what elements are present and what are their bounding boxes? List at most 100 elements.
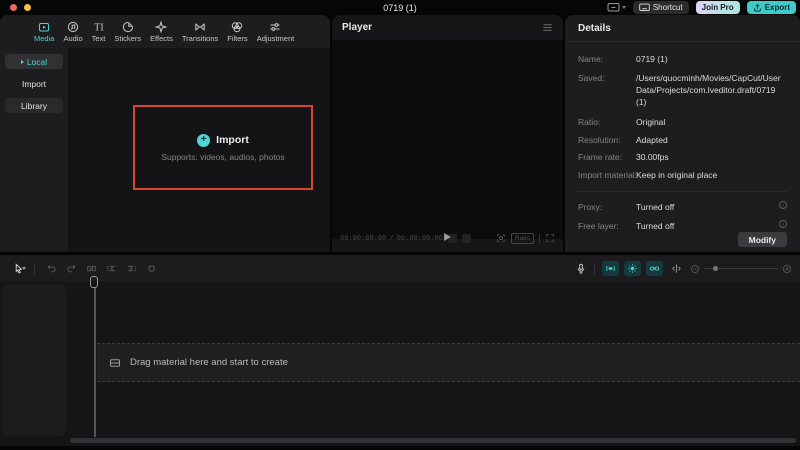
media-panel: Media Audio TI Text Stickers Effects Tra… (0, 15, 330, 252)
details-row-saved: Saved: /Users/quocminh/Movies/CapCut/Use… (578, 72, 787, 108)
sidebar-item-library[interactable]: Library (5, 98, 63, 113)
auto-snapping-button[interactable] (624, 261, 641, 276)
join-pro-button[interactable]: Join Pro (696, 1, 740, 14)
expand-triangle-icon (21, 60, 24, 64)
delete-button[interactable] (141, 263, 161, 274)
divider (578, 191, 787, 192)
linking-button[interactable] (646, 261, 663, 276)
playhead-handle[interactable] (90, 276, 98, 288)
details-row-proxy: Proxy: Turned off i (578, 201, 787, 213)
tab-transitions[interactable]: Transitions (182, 21, 218, 43)
undo-icon (46, 263, 57, 274)
details-row-framerate: Frame rate: 30.00fps (578, 151, 787, 163)
preview-axis-icon (671, 263, 682, 274)
filters-icon (231, 21, 243, 33)
player-viewport (332, 40, 563, 239)
svg-text:TI: TI (94, 22, 103, 33)
main-track-magnetic-button[interactable] (602, 261, 619, 276)
shortcut-button[interactable]: Shortcut (633, 1, 689, 14)
titlebar: 0719 (1) Shortcut Join Pro Export (0, 0, 800, 15)
effects-icon (155, 21, 167, 33)
divider (594, 263, 595, 275)
tab-media[interactable]: Media (34, 21, 54, 43)
details-title: Details (565, 15, 800, 42)
ratio-button[interactable]: Ratio (511, 233, 534, 244)
audio-icon (67, 21, 79, 33)
divider (539, 234, 540, 243)
link-icon (649, 263, 660, 274)
tab-adjustment[interactable]: Adjustment (257, 21, 295, 43)
zoom-slider-handle[interactable] (713, 266, 718, 271)
media-sidebar: Local Import Library (0, 48, 68, 252)
display-mode-dropdown[interactable] (607, 2, 626, 13)
tab-audio[interactable]: Audio (63, 21, 82, 43)
media-icon (38, 21, 50, 33)
redo-icon (66, 263, 77, 274)
chevron-down-icon[interactable] (22, 267, 26, 270)
player-menu-icon[interactable] (542, 22, 553, 33)
delete-right-icon (126, 263, 137, 274)
snapping-icon (627, 263, 638, 274)
split-button[interactable] (81, 263, 101, 274)
modify-button[interactable]: Modify (738, 232, 787, 247)
film-frame-icon (109, 357, 121, 369)
delete-left-icon (106, 263, 117, 274)
details-row-ratio: Ratio: Original (578, 116, 787, 128)
undo-button[interactable] (41, 263, 61, 274)
tabs-bar: Media Audio TI Text Stickers Effects Tra… (0, 15, 330, 48)
export-button[interactable]: Export (747, 1, 796, 14)
stickers-icon (122, 21, 134, 33)
upload-icon (753, 3, 762, 13)
sidebar-item-local[interactable]: Local (5, 54, 63, 69)
timeline-dropzone[interactable]: Drag material here and start to create (97, 343, 800, 382)
import-button[interactable]: + Import (197, 134, 249, 147)
playhead-line (94, 287, 96, 437)
preview-axis-button[interactable] (668, 261, 685, 276)
import-dropzone-highlighted[interactable]: + Import Supports: videos, audios, photo… (133, 105, 313, 190)
timeline-area[interactable]: Drag material here and start to create (0, 282, 800, 446)
details-panel: Details Name: 0719 (1) Saved: /Users/quo… (565, 15, 800, 252)
delete-right-button[interactable] (121, 263, 141, 274)
zoom-out-icon[interactable] (690, 264, 700, 274)
horizontal-scrollbar[interactable] (70, 438, 796, 443)
fullscreen-icon[interactable] (545, 233, 555, 243)
details-row-name: Name: 0719 (1) (578, 53, 787, 65)
delete-icon (146, 263, 157, 274)
details-row-resolution: Resolution: Adapted (578, 134, 787, 146)
keyboard-icon (639, 3, 650, 12)
details-row-free-layer: Free layer: Turned off i (578, 220, 787, 232)
tab-text[interactable]: TI Text (92, 21, 106, 43)
transitions-icon (194, 21, 206, 33)
microphone-icon (575, 263, 587, 275)
record-voiceover-button[interactable] (575, 263, 587, 275)
tab-stickers[interactable]: Stickers (114, 21, 141, 43)
info-icon[interactable]: i (779, 201, 787, 209)
zoom-in-icon[interactable] (782, 264, 792, 274)
next-frame-button[interactable] (462, 234, 471, 243)
player-controls: 00:00:00:00 / 00:00:00:00 Ratio (332, 224, 563, 252)
player-panel: Player 00:00:00:00 / 00:00:00:00 Ratio (332, 15, 563, 252)
import-supports-text: Supports: videos, audios, photos (161, 152, 284, 162)
magnetic-track-icon (605, 263, 616, 274)
sidebar-item-import[interactable]: Import (5, 76, 63, 91)
fit-focus-icon[interactable] (496, 233, 506, 243)
media-content: + Import Supports: videos, audios, photo… (68, 48, 330, 252)
tab-effects[interactable]: Effects (150, 21, 173, 43)
chevron-down-icon (622, 6, 626, 9)
adjustment-icon (269, 21, 281, 33)
capcut-window: 0719 (1) Shortcut Join Pro Export M (0, 0, 800, 450)
zoom-slider[interactable] (704, 268, 778, 270)
redo-button[interactable] (61, 263, 81, 274)
timeline-zoom-control (690, 264, 792, 274)
play-icon[interactable] (444, 233, 451, 241)
drop-hint-text: Drag material here and start to create (130, 357, 288, 368)
timeline-toolbar (0, 255, 800, 282)
delete-left-button[interactable] (101, 263, 121, 274)
details-row-import-material: Import material: Keep in original place (578, 169, 787, 181)
plus-icon: + (197, 134, 210, 147)
timecode: 00:00:00:00 / 00:00:00:00 (340, 234, 443, 242)
split-icon (86, 263, 97, 274)
divider (34, 263, 35, 275)
info-icon[interactable]: i (779, 220, 787, 228)
tab-filters[interactable]: Filters (227, 21, 247, 43)
